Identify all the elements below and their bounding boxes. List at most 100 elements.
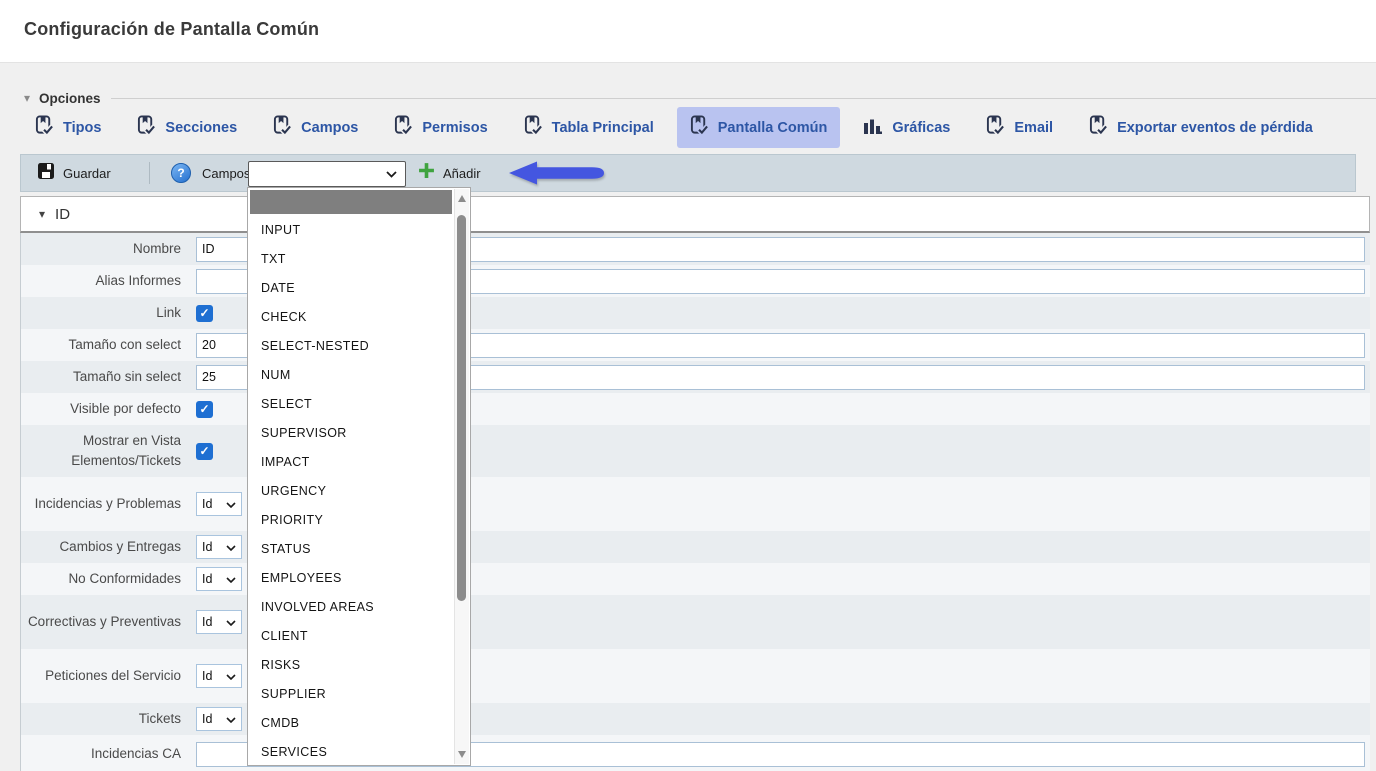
tab-email[interactable]: Email	[973, 107, 1066, 148]
collapse-caret-icon[interactable]	[24, 89, 30, 107]
dropdown-option[interactable]: SUPPLIER	[248, 680, 453, 709]
toolbar: Guardar ? Campos: Añadir	[20, 154, 1356, 192]
page-title: Configuración de Pantalla Común	[24, 19, 319, 40]
row-correctivas-y-preventivas: Correctivas y Preventivas Id	[21, 595, 1370, 649]
bar-chart-icon	[863, 116, 883, 140]
dropdown-option[interactable]: SERVICES	[248, 738, 453, 767]
tab-label: Exportar eventos de pérdida	[1117, 120, 1313, 136]
row-mostrar-en-vista: Mostrar en Vista Elementos/Tickets	[21, 425, 1370, 477]
tab-exportar-eventos-de-perdida[interactable]: Exportar eventos de pérdida	[1076, 107, 1326, 148]
dropdown-option[interactable]: NUM	[248, 361, 453, 390]
dropdown-option[interactable]: INPUT	[248, 216, 453, 245]
help-button[interactable]: ?	[171, 155, 191, 191]
field-label: Incidencias y Problemas	[21, 494, 191, 514]
chevron-down-icon	[226, 540, 236, 554]
dropdown-option[interactable]: IMPACT	[248, 448, 453, 477]
options-legend-label: Opciones	[39, 91, 101, 106]
select-value: Id	[202, 615, 212, 629]
row-tamano-sin-select: Tamaño sin select	[21, 361, 1370, 393]
tab-tabla-principal[interactable]: Tabla Principal	[511, 107, 667, 148]
chevron-down-icon	[226, 615, 236, 629]
cambios-entregas-select[interactable]: Id	[196, 535, 242, 559]
campos-dropdown-list: INPUT TXT DATE CHECK SELECT-NESTED NUM S…	[247, 187, 471, 766]
tab-label: Secciones	[165, 120, 237, 136]
row-incidencias-ca: Incidencias CA	[21, 735, 1370, 771]
tab-label: Pantalla Común	[718, 120, 828, 136]
field-label: Link	[21, 303, 191, 323]
tab-tipos[interactable]: Tipos	[22, 107, 114, 148]
tab-label: Email	[1014, 120, 1053, 136]
bookmark-check-icon	[273, 115, 292, 140]
field-label: Tamaño con select	[21, 335, 191, 355]
add-button[interactable]: Añadir	[418, 155, 481, 191]
tab-label: Gráficas	[892, 120, 950, 136]
bookmark-check-icon	[690, 115, 709, 140]
row-peticiones-del-servicio: Peticiones del Servicio Id	[21, 649, 1370, 703]
dropdown-option[interactable]: DATE	[248, 274, 453, 303]
dropdown-option[interactable]: STATUS	[248, 535, 453, 564]
dropdown-selected-option[interactable]	[250, 190, 452, 214]
dropdown-option[interactable]: SELECT	[248, 390, 453, 419]
field-label: Nombre	[21, 239, 191, 259]
peticiones-servicio-select[interactable]: Id	[196, 664, 242, 688]
incidencias-problemas-select[interactable]: Id	[196, 492, 242, 516]
campos-label: Campos:	[202, 166, 254, 181]
configuration-screen: Configuración de Pantalla Común Opciones…	[0, 0, 1376, 771]
dropdown-option[interactable]: PRIORITY	[248, 506, 453, 535]
dropdown-option[interactable]: RISKS	[248, 651, 453, 680]
dropdown-option[interactable]: CMDB	[248, 709, 453, 738]
mostrar-en-vista-checkbox[interactable]	[196, 443, 213, 460]
field-label: Alias Informes	[21, 271, 191, 291]
dropdown-option[interactable]: EMPLOYEES	[248, 564, 453, 593]
form-rows: Nombre Alias Informes Link Tamaño con se…	[20, 233, 1370, 771]
field-label: Peticiones del Servicio	[21, 666, 191, 686]
dropdown-option[interactable]: INVOLVED AREAS	[248, 593, 453, 622]
tab-graficas[interactable]: Gráficas	[850, 107, 963, 148]
row-tamano-con-select: Tamaño con select	[21, 329, 1370, 361]
field-label: No Conformidades	[21, 569, 191, 589]
field-label: Incidencias CA	[21, 744, 191, 764]
select-value: Id	[202, 712, 212, 726]
dropdown-option[interactable]: TXT	[248, 245, 453, 274]
visible-por-defecto-checkbox[interactable]	[196, 401, 213, 418]
tab-permisos[interactable]: Permisos	[381, 107, 500, 148]
tab-label: Tabla Principal	[552, 120, 654, 136]
field-label: Visible por defecto	[21, 399, 191, 419]
dropdown-option[interactable]: CLIENT	[248, 622, 453, 651]
dropdown-scrollbar[interactable]	[454, 189, 469, 764]
dropdown-option[interactable]: CHECK	[248, 303, 453, 332]
field-label: Tickets	[21, 709, 191, 729]
chevron-down-icon	[226, 497, 236, 511]
tab-label: Permisos	[422, 120, 487, 136]
dropdown-option[interactable]: SELECT-NESTED	[248, 332, 453, 361]
tickets-select[interactable]: Id	[196, 707, 242, 731]
bookmark-check-icon	[524, 115, 543, 140]
field-label: Mostrar en Vista Elementos/Tickets	[21, 431, 191, 470]
tab-bar: Tipos Secciones Campos Permisos Tabla Pr…	[22, 107, 1326, 148]
row-incidencias-y-problemas: Incidencias y Problemas Id	[21, 477, 1370, 531]
scroll-down-arrow-icon[interactable]	[458, 751, 466, 758]
tab-secciones[interactable]: Secciones	[124, 107, 250, 148]
row-cambios-y-entregas: Cambios y Entregas Id	[21, 531, 1370, 563]
section-header-id[interactable]: ID	[20, 196, 1370, 233]
bookmark-check-icon	[986, 115, 1005, 140]
options-legend: Opciones	[24, 89, 1376, 107]
tab-campos[interactable]: Campos	[260, 107, 371, 148]
chevron-down-icon	[226, 712, 236, 726]
dropdown-option[interactable]: SUPERVISOR	[248, 419, 453, 448]
dropdown-option[interactable]: URGENCY	[248, 477, 453, 506]
field-label: Correctivas y Preventivas	[21, 612, 191, 632]
field-label: Cambios y Entregas	[21, 537, 191, 557]
select-value: Id	[202, 669, 212, 683]
tab-pantalla-comun[interactable]: Pantalla Común	[677, 107, 841, 148]
link-checkbox[interactable]	[196, 305, 213, 322]
scrollbar-thumb[interactable]	[457, 215, 466, 601]
save-button[interactable]: Guardar	[37, 155, 111, 191]
scroll-up-arrow-icon[interactable]	[458, 195, 466, 202]
save-button-label: Guardar	[63, 166, 111, 181]
plus-icon	[418, 162, 435, 184]
correctivas-preventivas-select[interactable]: Id	[196, 610, 242, 634]
no-conformidades-select[interactable]: Id	[196, 567, 242, 591]
campos-select[interactable]	[248, 161, 406, 187]
row-no-conformidades: No Conformidades Id	[21, 563, 1370, 595]
